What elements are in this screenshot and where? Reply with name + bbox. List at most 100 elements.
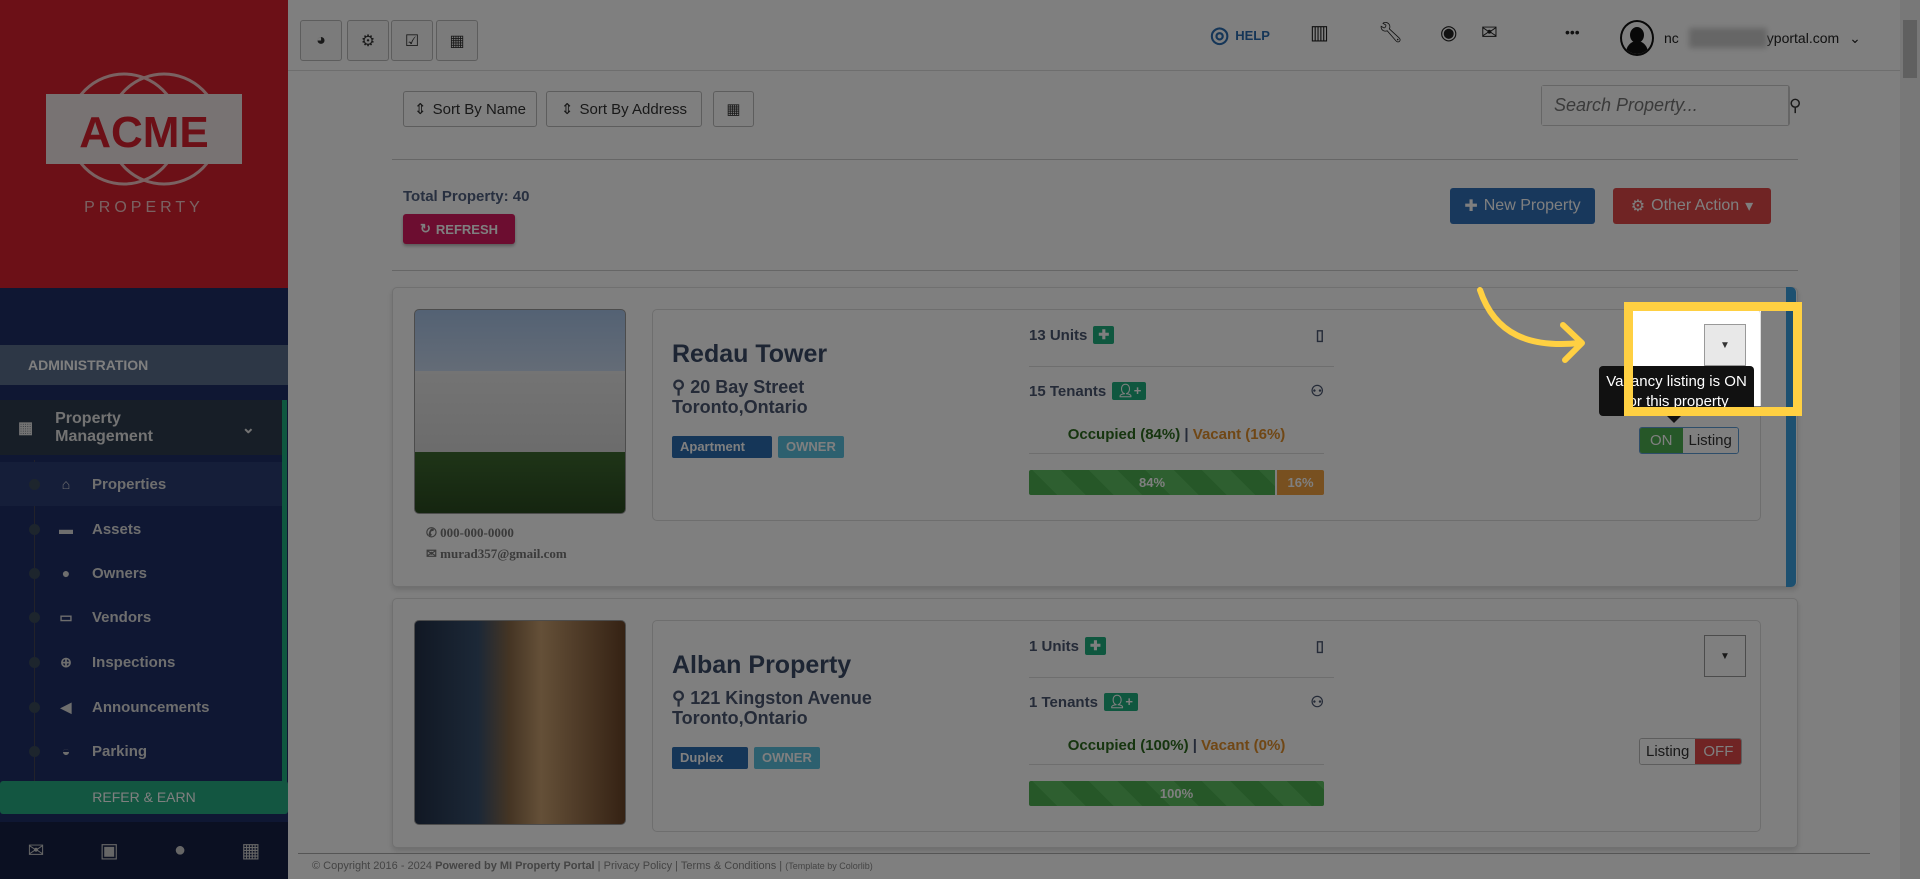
new-property-label: New Property (1483, 197, 1581, 214)
occupied-text: Occupied (84%) (1067, 426, 1181, 443)
tenants-count: 15 Tenants (1029, 382, 1107, 400)
add-tenant-button[interactable]: 👤︎+ (1112, 382, 1147, 400)
privacy-link[interactable]: Privacy Policy (604, 860, 672, 872)
add-unit-button[interactable]: ✚ (1093, 326, 1115, 344)
user-icon[interactable]: ● (174, 839, 186, 862)
terms-link[interactable]: Terms & Conditions (681, 860, 776, 872)
vacant-bar: 16% (1277, 470, 1324, 495)
property-name[interactable]: Redau Tower (672, 340, 827, 369)
car-icon: ◒ (61, 743, 71, 759)
refer-earn-button[interactable]: REFER & EARN (0, 781, 288, 814)
listing-toggle[interactable]: ON Listing (1639, 427, 1739, 454)
calendar-button[interactable]: ☑ (391, 20, 433, 61)
powered-by-link[interactable]: Powered by MI Property Portal (435, 860, 595, 872)
envelope-icon: ✉ (426, 546, 437, 561)
sort-name-label: Sort By Name (432, 100, 526, 118)
search-button[interactable]: ⚲ (1788, 86, 1801, 125)
tenants-count: 1 Tenants (1029, 693, 1098, 711)
envelope-icon[interactable]: ✉ (28, 838, 45, 863)
sidebar-item-vendors[interactable]: ▭ Vendors (0, 595, 282, 639)
calculator-icon: ▦ (449, 32, 465, 50)
plus-icon: ✚ (1464, 198, 1478, 215)
search-input[interactable] (1542, 86, 1788, 125)
table-icon: ▦ (726, 101, 741, 118)
briefcase-icon[interactable]: ▣ (100, 838, 119, 863)
help-label: HELP (1235, 27, 1270, 43)
mail-icon[interactable]: ✉ (1481, 20, 1498, 45)
eye-icon[interactable]: ◉ (1440, 20, 1457, 45)
dashboard-button[interactable]: ◕ (300, 20, 342, 61)
refresh-button[interactable]: ↻ REFRESH (403, 214, 515, 244)
redacted-email (1688, 28, 1767, 48)
owner-phone: ✆ 000-000-0000 (426, 525, 514, 540)
bullhorn-icon: ◀ (60, 698, 72, 715)
type-badge: Duplex (672, 747, 748, 769)
calculator-icon[interactable]: ▦ (241, 838, 260, 863)
property-address: ⚲ 121 Kingston Avenue Toronto,Ontario (672, 688, 872, 728)
sidebar-item-owners[interactable]: ● Owners (0, 551, 282, 595)
tenants-row: 1 Tenants 👤︎+ ⚇ (1029, 693, 1334, 711)
sidebar-item-announcements[interactable]: ◀ Announcements (0, 685, 282, 729)
wrench-icon[interactable]: 🔧︎ (1378, 20, 1403, 45)
help-link[interactable]: ◎ HELP (1210, 22, 1270, 48)
sort-by-name-button[interactable]: ⇕ Sort By Name (403, 91, 537, 127)
avatar (1620, 20, 1654, 56)
property-actions-dropdown[interactable]: ▼ (1704, 635, 1746, 677)
property-photo[interactable] (414, 620, 626, 825)
svg-text:PROPERTY: PROPERTY (84, 199, 204, 216)
user-icon: ● (61, 565, 71, 581)
new-property-button[interactable]: ✚ New Property (1450, 188, 1595, 224)
more-icon[interactable]: ••• (1565, 24, 1580, 40)
occupancy-summary: Occupied (84%) | Vacant (16%) (1029, 426, 1324, 454)
scrollbar[interactable] (1900, 0, 1920, 879)
sidebar-item-parking[interactable]: ◒ Parking (0, 729, 282, 773)
calculator-button[interactable]: ▦ (436, 20, 478, 61)
occupied-bar: 84% (1029, 470, 1276, 495)
user-email-suffix: yportal.com (1766, 30, 1840, 46)
top-bar: ◕ ⚙ ☑ ▦ ◎ HELP ▥ 🔧︎ ◉ ✉ ••• nc yportal.com… (288, 0, 1900, 71)
settings-button[interactable]: ⚙ (347, 20, 389, 61)
role-badge: OWNER (754, 747, 820, 769)
listing-toggle[interactable]: Listing OFF (1639, 738, 1743, 765)
vacant-text: Vacant (0%) (1201, 737, 1286, 754)
other-action-label: Other Action (1651, 197, 1740, 214)
property-name[interactable]: Alban Property (672, 651, 851, 680)
dashboard-icon: ◕ (316, 31, 326, 49)
sidebar-item-inspections[interactable]: ⊕ Inspections (0, 640, 282, 684)
sidebar-item-properties[interactable]: ⌂ Properties (0, 462, 282, 506)
group-label: Property Management (55, 409, 153, 445)
sort-by-address-button[interactable]: ⇕ Sort By Address (546, 91, 702, 127)
acme-logo[interactable]: ACME PROPERTY (0, 0, 288, 288)
add-unit-button[interactable]: ✚ (1085, 637, 1106, 655)
property-photo[interactable] (414, 309, 626, 514)
role-badge: OWNER (778, 436, 844, 458)
other-action-button[interactable]: ⚙ Other Action ▾ (1613, 188, 1771, 224)
type-badge: Apartment (672, 436, 772, 458)
user-menu[interactable]: nc yportal.com ⌄ (1620, 20, 1861, 56)
building-icon: ▯ (1315, 638, 1324, 655)
sort-icon: ⇕ (414, 101, 427, 118)
sidebar-item-assets[interactable]: ▬ Assets (0, 507, 282, 551)
add-tenant-button[interactable]: 👤︎+ (1103, 693, 1139, 711)
units-row: 13 Units ✚ ▯ (1029, 326, 1334, 367)
building-icon: ▦ (18, 419, 34, 437)
users-icon: ⚇ (1310, 694, 1324, 711)
table-view-button[interactable]: ▦ (713, 91, 754, 127)
listing-state: OFF (1695, 739, 1742, 764)
sort-icon: ⇕ (560, 101, 574, 118)
archive-icon: ▬ (59, 521, 73, 537)
vacant-text: Vacant (16%) (1192, 426, 1286, 443)
divider (392, 270, 1798, 271)
occupancy-summary: Occupied (100%) | Vacant (0%) (1029, 737, 1324, 765)
arrow-annotation (1477, 287, 1585, 363)
occupancy-bar: 100% (1029, 781, 1324, 806)
sidebar-group-property-management[interactable]: ▦ Property Management ⌄ (0, 400, 283, 455)
map-marker-icon: ⚲ (672, 377, 686, 397)
section-administration: ADMINISTRATION (0, 345, 288, 385)
zoom-in-icon: ⊕ (60, 653, 72, 670)
occupancy-bar: 84% 16% (1029, 470, 1324, 495)
reports-icon[interactable]: ▥ (1310, 20, 1329, 45)
owner-email[interactable]: ✉ murad357@gmail.com (426, 546, 567, 562)
gear-icon: ⚙ (1630, 198, 1646, 215)
property-address: ⚲ 20 Bay Street Toronto,Ontario (672, 377, 808, 417)
